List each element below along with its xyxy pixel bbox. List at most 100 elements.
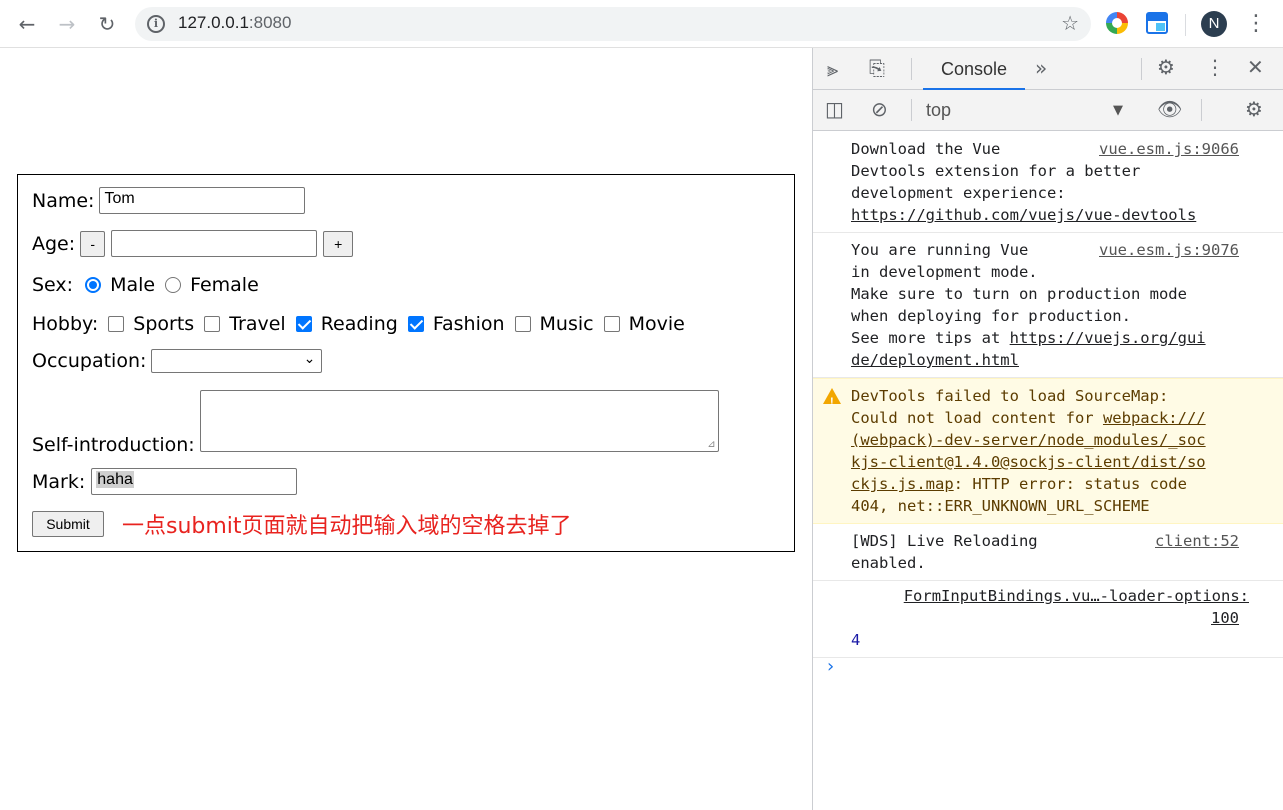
message-text: See more tips at https://vuejs.org/gui bbox=[851, 329, 1206, 347]
browser-menu-icon[interactable]: ⋮ bbox=[1245, 10, 1267, 38]
console-message: vue.esm.js:9066 Download the Vue Devtool… bbox=[813, 132, 1283, 233]
back-icon[interactable]: ← bbox=[13, 10, 41, 38]
live-expression-eye-icon[interactable]: 👁 bbox=[1157, 97, 1182, 121]
site-info-icon[interactable]: i bbox=[147, 15, 165, 33]
logged-value: 4 bbox=[851, 631, 861, 649]
warning-link[interactable]: webpack:/// bbox=[1103, 409, 1206, 427]
mark-input-value: haha bbox=[96, 471, 134, 488]
warning-link[interactable]: ckjs.js.map bbox=[851, 475, 954, 493]
warning-icon: ! bbox=[823, 388, 841, 408]
context-dropdown-icon[interactable]: ▼ bbox=[1113, 103, 1123, 118]
profile-avatar[interactable]: N bbox=[1201, 11, 1227, 37]
console-settings-icon[interactable]: ⚙ bbox=[1245, 97, 1263, 121]
warning-text: ckjs.js.map: HTTP error: status code bbox=[851, 475, 1187, 493]
hobby-movie-label: Movie bbox=[628, 313, 685, 335]
toolbar-divider bbox=[1185, 14, 1186, 36]
devtools-menu-icon[interactable]: ⋮ bbox=[1205, 55, 1225, 79]
hobby-reading-checkbox[interactable] bbox=[295, 316, 312, 332]
settings-gear-icon[interactable]: ⚙ bbox=[1157, 55, 1175, 79]
age-increment-button[interactable]: + bbox=[323, 230, 354, 257]
hobby-label: Hobby: bbox=[32, 313, 99, 335]
mark-input[interactable]: haha bbox=[91, 468, 298, 495]
bookmark-star-icon[interactable]: ☆ bbox=[1061, 11, 1079, 35]
resize-handle-icon[interactable]: ⊿ bbox=[707, 440, 715, 450]
inspect-element-icon[interactable]: ⫸ bbox=[827, 57, 838, 81]
device-toolbar-icon[interactable]: ⎘ bbox=[869, 56, 885, 80]
sidebar-toggle-icon[interactable]: ◫ bbox=[825, 97, 844, 121]
console-message: client:52 [WDS] Live Reloading enabled. bbox=[813, 524, 1283, 581]
message-text: when deploying for production. bbox=[851, 307, 1131, 325]
intro-row: Self-introduction: ⊿ bbox=[32, 388, 719, 456]
console-toolbar: ◫ ⊘ top ▼ 👁 ⚙ bbox=[813, 90, 1283, 131]
occupation-label: Occupation: bbox=[32, 350, 147, 372]
name-row: Name: Tom bbox=[32, 187, 306, 214]
tab-console[interactable]: Console bbox=[923, 48, 1025, 90]
age-label: Age: bbox=[32, 232, 76, 255]
message-link[interactable]: de/deployment.html bbox=[851, 349, 1239, 371]
message-link[interactable]: https://github.com/vuejs/vue-devtools bbox=[851, 204, 1239, 226]
reload-icon[interactable]: ↻ bbox=[93, 10, 121, 38]
message-link[interactable]: https://vuejs.org/gui bbox=[1010, 329, 1206, 347]
age-row: Age: - + bbox=[32, 230, 354, 257]
context-selector[interactable]: top bbox=[926, 100, 951, 121]
message-text: Make sure to turn on production mode bbox=[851, 285, 1187, 303]
hobby-movie-checkbox[interactable] bbox=[603, 316, 620, 332]
console-prompt[interactable]: › bbox=[825, 656, 836, 677]
console-message: vue.esm.js:9076 You are running Vue in d… bbox=[813, 233, 1283, 378]
tabbar-divider bbox=[911, 58, 912, 80]
submit-row: Submit 一点submit页面就自动把输入域的空格去掉了 bbox=[32, 508, 572, 540]
name-label: Name: bbox=[32, 189, 95, 212]
warning-text: 404, net::ERR_UNKNOWN_URL_SCHEME bbox=[851, 497, 1150, 515]
submit-button[interactable]: Submit bbox=[32, 511, 104, 537]
sex-female-radio[interactable] bbox=[165, 277, 182, 293]
message-source-link[interactable]: vue.esm.js:9076 bbox=[1099, 239, 1239, 261]
hobby-fashion-checkbox[interactable] bbox=[407, 316, 424, 332]
address-bar[interactable]: i 127.0.0.1:8080 ☆ bbox=[135, 7, 1091, 41]
message-source-line[interactable]: 100 bbox=[851, 607, 1239, 629]
mark-label: Mark: bbox=[32, 470, 86, 493]
console-message: FormInputBindings.vu…-loader-options: 10… bbox=[813, 581, 1283, 658]
devtools-panel: ⫸ ⎘ Console » ⚙ ⋮ ✕ ◫ ⊘ top ▼ 👁 ⚙ vue.es… bbox=[812, 48, 1283, 810]
sex-row: Sex: Male Female bbox=[32, 272, 269, 298]
mark-row: Mark: haha bbox=[32, 468, 298, 495]
intro-label: Self-introduction: bbox=[32, 434, 195, 456]
toolbar-divider-2 bbox=[1201, 99, 1202, 121]
warning-link[interactable]: (webpack)-dev-server/node_modules/_soc bbox=[851, 429, 1239, 451]
occupation-select[interactable]: ⌄ bbox=[151, 349, 323, 373]
tabbar-divider-2 bbox=[1141, 58, 1142, 80]
hobby-sports-label: Sports bbox=[133, 313, 195, 335]
chevron-down-icon: ⌄ bbox=[303, 351, 316, 367]
close-devtools-icon[interactable]: ✕ bbox=[1247, 55, 1264, 79]
warning-text: DevTools failed to load SourceMap: bbox=[851, 387, 1169, 405]
message-source-link[interactable]: client:52 bbox=[1155, 530, 1239, 552]
message-text: enabled. bbox=[851, 554, 926, 572]
hobby-travel-checkbox[interactable] bbox=[204, 316, 221, 332]
hobby-reading-label: Reading bbox=[320, 313, 398, 335]
hobby-row: Hobby: Sports Travel Reading Fashion Mus… bbox=[32, 311, 695, 337]
url-text: 127.0.0.1:8080 bbox=[178, 13, 292, 32]
sex-male-radio[interactable] bbox=[85, 277, 102, 293]
message-source-link[interactable]: FormInputBindings.vu…-loader-options: bbox=[851, 585, 1249, 607]
hobby-sports-checkbox[interactable] bbox=[108, 316, 125, 332]
sex-label: Sex: bbox=[32, 274, 74, 296]
clear-console-icon[interactable]: ⊘ bbox=[871, 97, 888, 121]
age-input[interactable] bbox=[111, 230, 318, 257]
intro-textarea[interactable]: ⊿ bbox=[199, 390, 719, 452]
occupation-row: Occupation: ⌄ bbox=[32, 349, 323, 373]
toolbar-divider bbox=[911, 99, 912, 121]
more-tabs-icon[interactable]: » bbox=[1035, 56, 1047, 80]
forward-icon[interactable]: → bbox=[53, 10, 81, 38]
console-output: vue.esm.js:9066 Download the Vue Devtool… bbox=[813, 132, 1283, 658]
hobby-fashion-label: Fashion bbox=[432, 313, 505, 335]
age-decrement-button[interactable]: - bbox=[80, 230, 106, 257]
page-viewport: Name: Tom Age: - + Sex: Male Female Hobb… bbox=[0, 48, 812, 810]
sex-female-label: Female bbox=[190, 274, 259, 296]
sex-male-label: Male bbox=[110, 274, 156, 296]
hobby-music-checkbox[interactable] bbox=[514, 316, 531, 332]
extension-color-icon[interactable] bbox=[1106, 12, 1128, 34]
message-source-link[interactable]: vue.esm.js:9066 bbox=[1099, 138, 1239, 160]
console-warning: ! DevTools failed to load SourceMap: Cou… bbox=[813, 378, 1283, 524]
name-input[interactable]: Tom bbox=[99, 187, 306, 214]
warning-link[interactable]: kjs-client@1.4.0@sockjs-client/dist/so bbox=[851, 451, 1239, 473]
extension-window-icon[interactable] bbox=[1146, 12, 1168, 34]
